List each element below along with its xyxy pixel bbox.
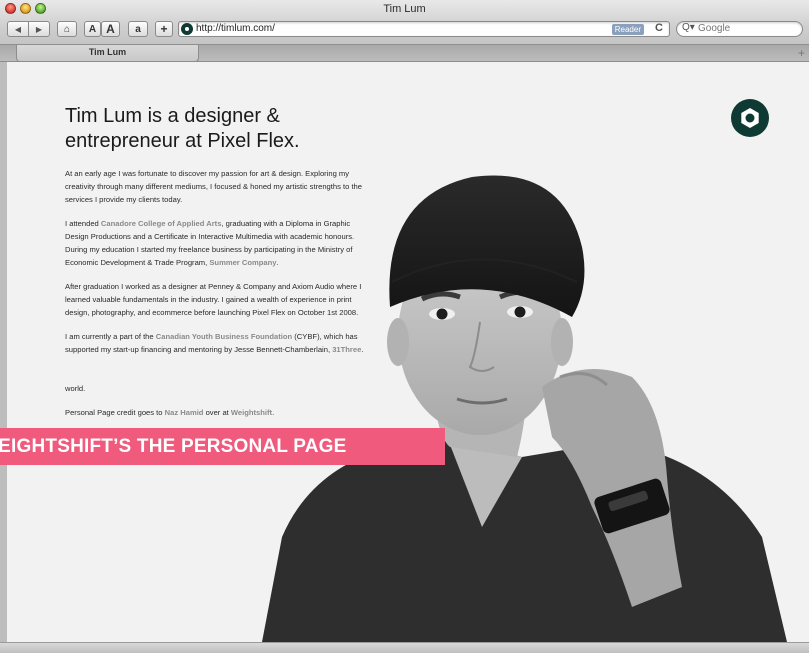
summer-company-link[interactable]: Summer Company	[209, 258, 276, 267]
window-title: Tim Lum	[383, 3, 426, 15]
text-bigger-button[interactable]: A	[101, 21, 120, 37]
bio-column: Tim Lum is a designer & entrepreneur at …	[65, 104, 365, 460]
credit-text: over at	[203, 408, 231, 417]
credit-text: Personal Page credit goes to	[65, 408, 165, 417]
back-button[interactable]: ◀	[8, 22, 28, 36]
tab-bar: Tim Lum +	[0, 45, 809, 62]
cybf-link[interactable]: Canadian Youth Business Foundation	[156, 332, 292, 341]
bio-paragraph-4: I am currently a part of the Canadian Yo…	[65, 330, 365, 356]
page-heading: Tim Lum is a designer & entrepreneur at …	[65, 105, 300, 152]
credit-paragraph: Personal Page credit goes to Naz Hamid o…	[65, 406, 365, 419]
text-smaller-button[interactable]: A	[84, 21, 101, 37]
reload-icon[interactable]: C	[655, 22, 663, 34]
add-bookmark-button[interactable]: +	[155, 21, 173, 37]
address-url[interactable]: http://timlum.com/	[196, 23, 275, 34]
credit-text: .	[272, 408, 275, 417]
weightshift-link[interactable]: Weightshift	[231, 408, 272, 417]
caption-banner: WEIGHTSHIFT’S THE PERSONAL PAGE	[0, 428, 445, 465]
bio-text: I attended	[65, 219, 101, 228]
caption-banner-text: WEIGHTSHIFT’S THE PERSONAL PAGE	[0, 436, 347, 457]
search-input[interactable]	[698, 23, 798, 34]
bio-paragraph-5: world.	[65, 384, 86, 393]
tab-tim-lum[interactable]: Tim Lum	[16, 45, 199, 62]
window-titlebar: Tim Lum ◀ ▶ ⌂ A A a + http://timlum.com/…	[0, 0, 809, 45]
browser-toolbar: ◀ ▶ ⌂ A A a + http://timlum.com/ Reader …	[0, 18, 809, 40]
naz-hamid-link[interactable]: Naz Hamid	[165, 408, 204, 417]
new-tab-icon[interactable]: +	[798, 46, 805, 60]
home-button[interactable]: ⌂	[57, 21, 77, 37]
bio-text: .	[276, 258, 279, 267]
reader-button[interactable]: Reader	[611, 24, 644, 35]
forward-button[interactable]: ▶	[28, 22, 49, 36]
address-bar[interactable]: http://timlum.com/ Reader C	[178, 21, 670, 37]
site-favicon-icon	[181, 23, 193, 35]
amazon-bookmark-button[interactable]: a	[128, 21, 148, 37]
pixel-flex-logo-icon[interactable]	[731, 99, 769, 137]
bio-paragraph-3: After graduation I worked as a designer …	[65, 282, 362, 317]
history-buttons: ◀ ▶	[7, 21, 50, 37]
status-bar	[0, 642, 809, 653]
web-page: Tim Lum is a designer & entrepreneur at …	[7, 62, 809, 642]
bio-text: I am currently a part of the	[65, 332, 156, 341]
bio-paragraph-2: I attended Canadore College of Applied A…	[65, 217, 365, 269]
canadore-college-link[interactable]: Canadore College of Applied Arts	[101, 219, 222, 228]
bio-text: .	[361, 345, 364, 354]
search-field[interactable]: Q▾	[676, 21, 803, 37]
31three-link[interactable]: 31Three	[332, 345, 361, 354]
search-icon[interactable]: Q▾	[682, 22, 695, 33]
bio-paragraph-1: At an early age I was fortunate to disco…	[65, 169, 363, 204]
